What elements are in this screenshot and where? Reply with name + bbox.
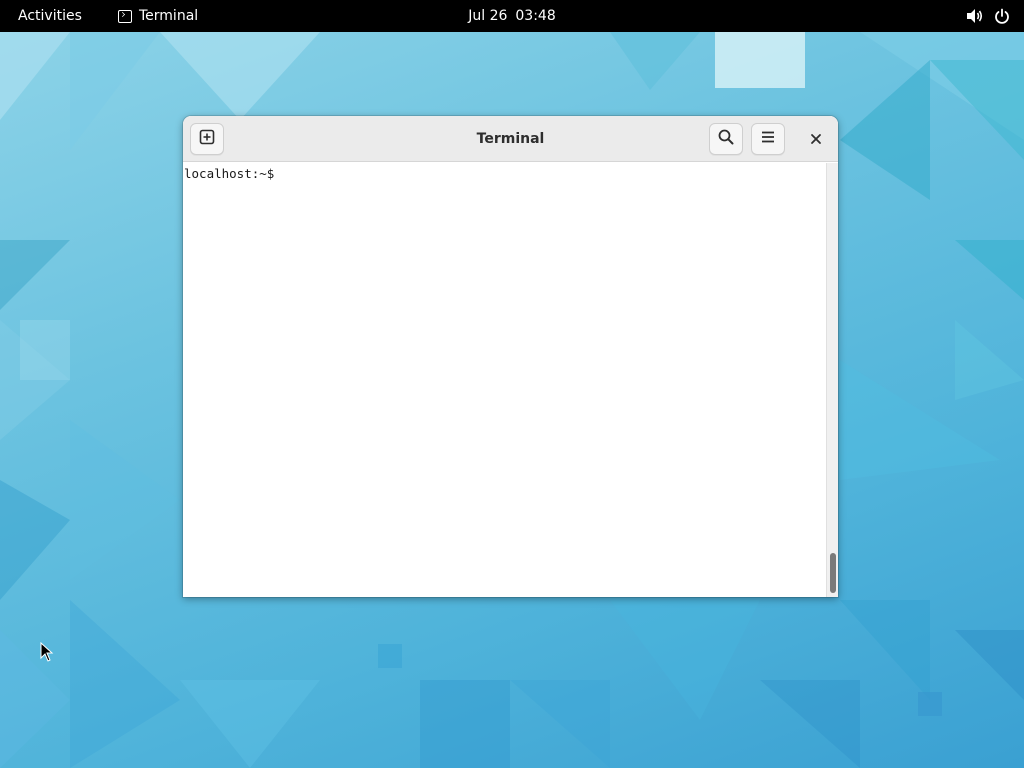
- power-icon: [994, 8, 1010, 24]
- terminal-icon: [118, 9, 132, 23]
- clock-time: 03:48: [515, 8, 556, 24]
- new-tab-icon: [199, 129, 215, 149]
- activities-button[interactable]: Activities: [8, 4, 92, 28]
- hamburger-menu-icon: [760, 129, 776, 149]
- close-icon: [810, 130, 822, 149]
- clock-date: Jul 26: [468, 8, 508, 24]
- window-title: Terminal: [476, 131, 545, 147]
- search-icon: [718, 129, 734, 149]
- new-tab-button[interactable]: [190, 123, 224, 155]
- clock-button[interactable]: Jul 26 03:48: [452, 4, 572, 28]
- top-bar: Activities Terminal Jul 26 03:48: [0, 0, 1024, 32]
- terminal-output[interactable]: localhost:~$: [183, 163, 826, 597]
- volume-icon: [966, 8, 984, 24]
- shell-prompt: localhost:~$: [184, 166, 275, 181]
- terminal-scrollbar[interactable]: [826, 163, 838, 597]
- app-menu-label: Terminal: [139, 8, 199, 24]
- system-menu-button[interactable]: [960, 4, 1016, 28]
- close-button[interactable]: [799, 123, 833, 155]
- mouse-pointer-icon: [40, 641, 54, 666]
- search-button[interactable]: [709, 123, 743, 155]
- main-menu-button[interactable]: [751, 123, 785, 155]
- app-menu-button[interactable]: Terminal: [110, 4, 206, 28]
- scrollbar-thumb[interactable]: [830, 553, 836, 593]
- header-bar[interactable]: Terminal: [183, 116, 838, 162]
- terminal-window: Terminal localhost:~$: [183, 116, 838, 597]
